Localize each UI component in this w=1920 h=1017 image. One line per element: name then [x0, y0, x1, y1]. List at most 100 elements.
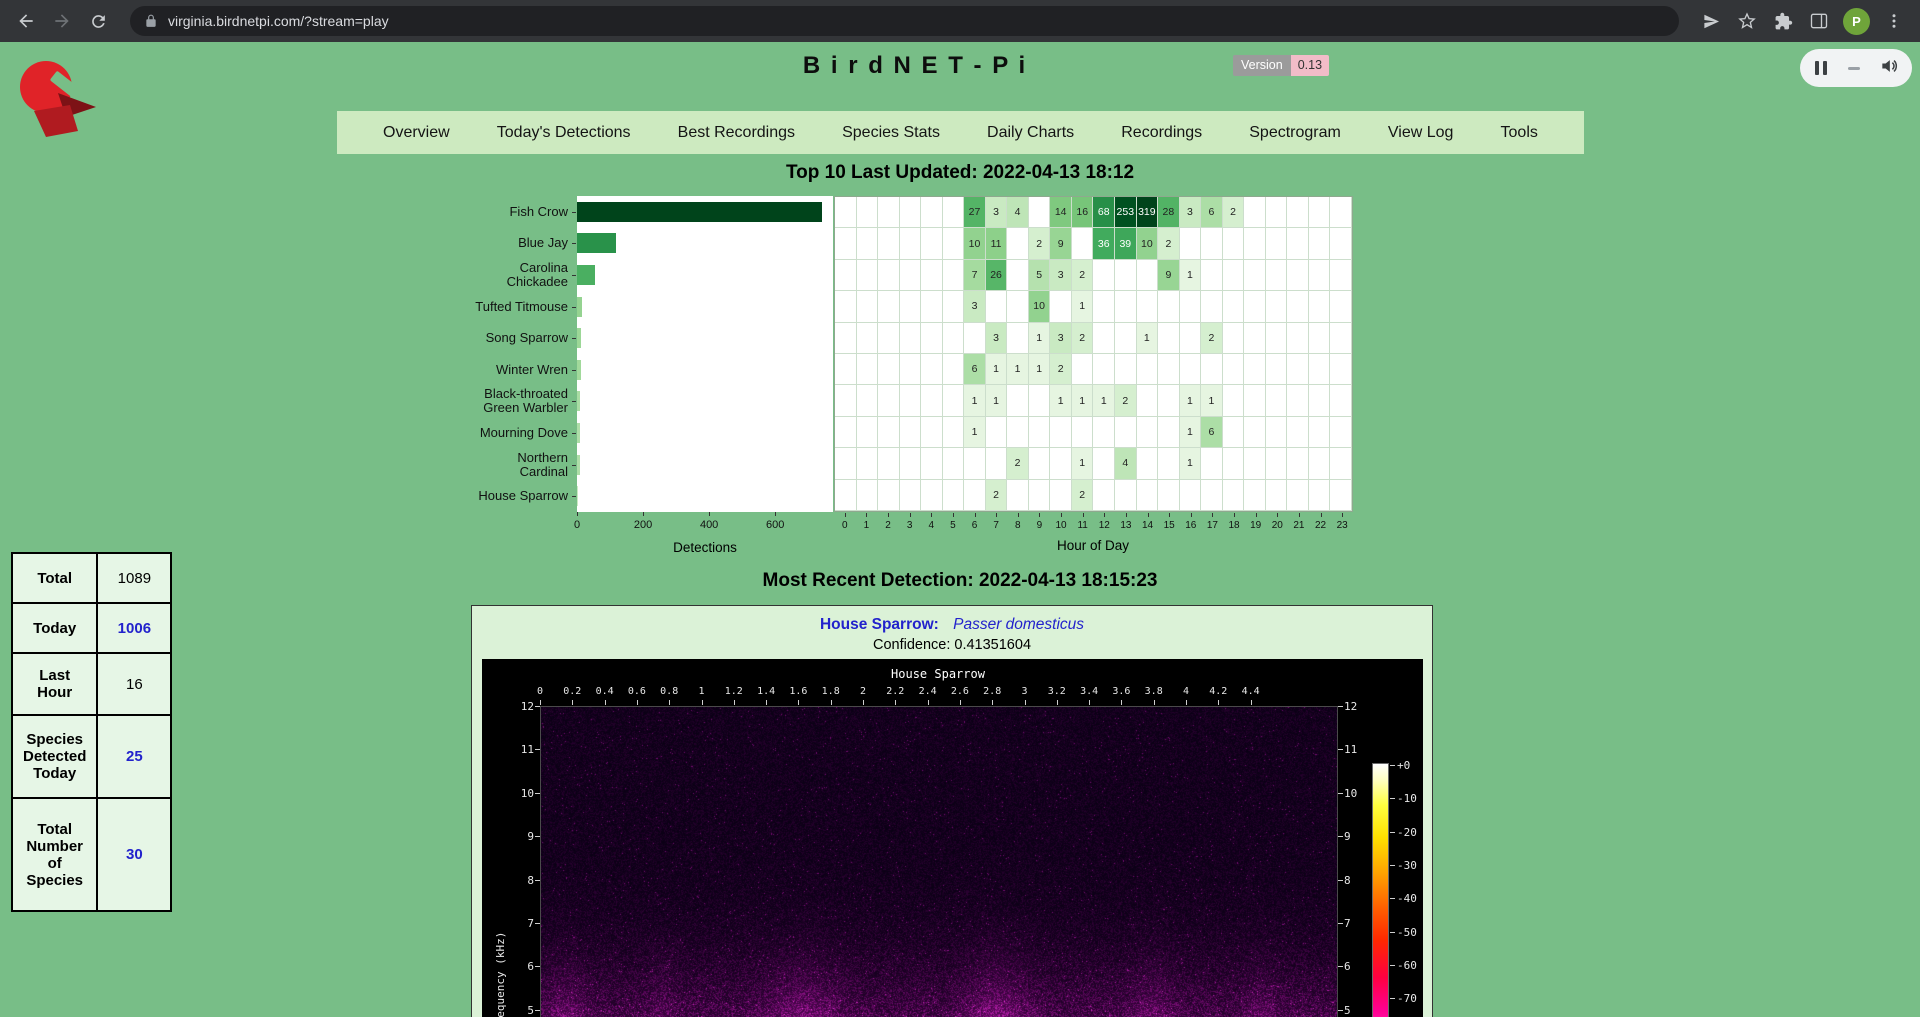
bar-x-tick: 400 — [700, 519, 718, 531]
heatmap-cell — [878, 197, 900, 228]
heatmap-cell — [1330, 448, 1352, 479]
heatmap-cell: 9 — [1158, 260, 1180, 291]
detection-species-link[interactable]: House Sparrow: — [820, 616, 939, 633]
stat-value-today[interactable]: 1006 — [97, 603, 171, 653]
heatmap-cell — [1330, 354, 1352, 385]
species-label: Northern Cardinal — [420, 451, 568, 479]
heatmap-cell — [1093, 448, 1115, 479]
heatmap-cell — [1266, 385, 1288, 416]
heatmap-cell: 6 — [1201, 417, 1223, 448]
volume-icon[interactable] — [1879, 56, 1899, 81]
heatmap-cell — [1223, 228, 1245, 259]
menu-dots-icon[interactable] — [1876, 3, 1912, 39]
time-tick: 0.8 — [660, 686, 678, 697]
spectrogram-plot — [540, 706, 1338, 1017]
time-tick: 2.4 — [919, 686, 937, 697]
heatmap-cell — [1007, 385, 1029, 416]
species-label: Black-throated Green Warbler — [420, 387, 568, 415]
tick-mark — [975, 513, 976, 517]
url-bar[interactable]: virginia.birdnetpi.com/?stream=play — [130, 6, 1679, 36]
tick-mark — [637, 700, 638, 705]
tick-mark — [766, 700, 767, 705]
heatmap-cell — [857, 228, 879, 259]
freq-tick-right: 8 — [1344, 874, 1351, 887]
heatmap-cell: 1 — [1201, 385, 1223, 416]
tick-mark — [1338, 793, 1343, 794]
y-tick-mark — [572, 496, 576, 497]
stat-value-species-today[interactable]: 25 — [97, 715, 171, 798]
bookmark-star-icon[interactable] — [1729, 3, 1765, 39]
heatmap-cell — [943, 228, 965, 259]
heatmap-cell — [1201, 354, 1223, 385]
heatmap-cell — [1266, 323, 1288, 354]
heatmap-cell — [1137, 260, 1159, 291]
side-panel-icon[interactable] — [1801, 3, 1837, 39]
heatmap-cell — [857, 385, 879, 416]
heatmap-cell — [1266, 448, 1288, 479]
stat-value-total-species[interactable]: 30 — [97, 798, 171, 911]
url-text[interactable]: virginia.birdnetpi.com/?stream=play — [168, 13, 389, 29]
heatmap-cell — [878, 448, 900, 479]
heatmap-cell: 10 — [1137, 228, 1159, 259]
heatmap-cell — [900, 354, 922, 385]
heatmap-cell — [878, 385, 900, 416]
freq-tick-left: 9 — [500, 830, 534, 843]
heatmap-cell — [943, 480, 965, 511]
detection-scientific-name-link[interactable]: Passer domesticus — [953, 616, 1084, 633]
bar-7 — [577, 423, 580, 443]
heatmap-cell — [1180, 323, 1202, 354]
profile-avatar[interactable]: P — [1843, 8, 1870, 35]
heatmap-cell: 3 — [1180, 197, 1202, 228]
heatmap-cell — [1223, 480, 1245, 511]
heatmap-cell — [1115, 323, 1137, 354]
hour-tick: 5 — [950, 520, 956, 531]
tick-mark — [1154, 700, 1155, 705]
time-tick: 0 — [537, 686, 543, 697]
pause-button[interactable] — [1813, 61, 1829, 75]
time-tick: 2 — [860, 686, 866, 697]
time-tick: 2.6 — [951, 686, 969, 697]
audio-player[interactable] — [1800, 49, 1912, 87]
heatmap-cell — [1137, 480, 1159, 511]
tick-mark — [798, 700, 799, 705]
heatmap-cell: 6 — [1201, 197, 1223, 228]
heatmap-cell — [1007, 323, 1029, 354]
heatmap-cell — [1201, 291, 1223, 322]
tick-mark — [1186, 700, 1187, 705]
heatmap-cell: 1 — [1180, 417, 1202, 448]
spectrogram-image: House Sparrow Frequency (kHz) 00.20.40.6… — [482, 659, 1423, 1017]
extensions-icon[interactable] — [1765, 3, 1801, 39]
share-send-icon[interactable] — [1693, 3, 1729, 39]
reload-icon[interactable] — [80, 3, 116, 39]
heatmap-cell: 2 — [1072, 323, 1094, 354]
heatmap-cell — [1050, 448, 1072, 479]
heatmap-cell — [1029, 480, 1051, 511]
stat-label-last-hour: Last Hour — [12, 653, 97, 715]
hour-tick: 8 — [1015, 520, 1021, 531]
heatmap-cell — [900, 197, 922, 228]
forward-icon[interactable] — [44, 3, 80, 39]
tick-mark — [1338, 1010, 1343, 1011]
heatmap-cell — [1223, 385, 1245, 416]
toolbar-actions: P — [1693, 3, 1912, 39]
hour-tick: 17 — [1207, 520, 1218, 531]
heatmap-cell — [921, 323, 943, 354]
tick-mark — [910, 513, 911, 517]
heatmap-cell: 1 — [986, 354, 1008, 385]
species-label: House Sparrow — [420, 489, 568, 503]
tick-mark — [709, 512, 710, 516]
heatmap-cell: 10 — [964, 228, 986, 259]
time-tick: 1.8 — [822, 686, 840, 697]
heatmap-cell — [921, 228, 943, 259]
tick-mark — [1148, 513, 1149, 517]
heatmap-cell — [964, 448, 986, 479]
tick-mark — [953, 513, 954, 517]
freq-tick-right: 11 — [1344, 743, 1357, 756]
heatmap-cell — [1137, 448, 1159, 479]
heatmap-cell — [1309, 448, 1331, 479]
heatmap-cell — [1266, 480, 1288, 511]
heatmap-cell — [835, 260, 857, 291]
back-icon[interactable] — [8, 3, 44, 39]
seek-bar[interactable] — [1848, 67, 1860, 70]
heatmap-cell: 2 — [1201, 323, 1223, 354]
